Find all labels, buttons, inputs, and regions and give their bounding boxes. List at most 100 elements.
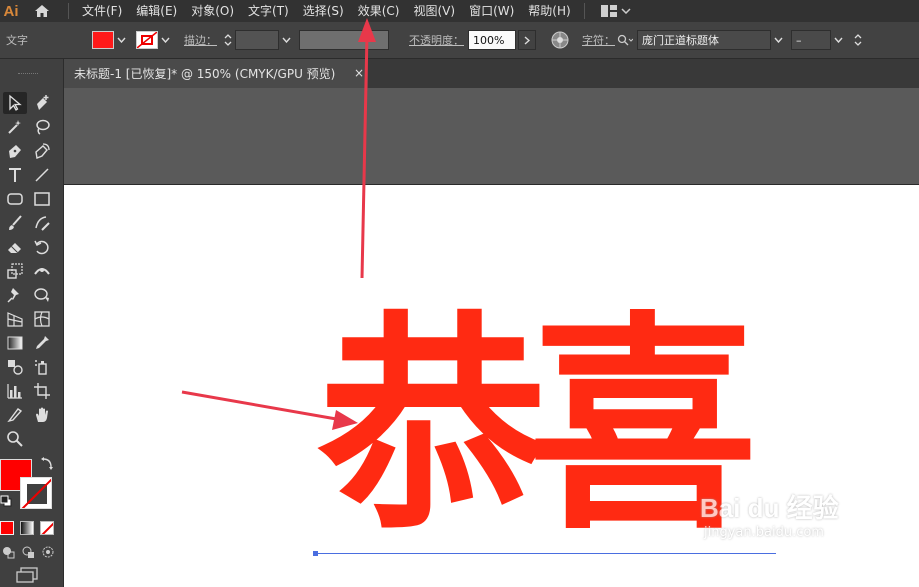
column-graph-tool[interactable] <box>3 380 27 402</box>
font-style-dropdown[interactable] <box>831 31 845 49</box>
eyedropper-tool[interactable] <box>30 332 54 354</box>
default-colors-icon[interactable] <box>0 495 12 507</box>
rotate-tool[interactable] <box>30 236 54 258</box>
shaper-tool[interactable] <box>30 212 54 234</box>
slice-tool[interactable] <box>3 404 27 426</box>
shape-builder-icon <box>34 288 49 302</box>
font-family-input[interactable]: 庞门正道标题体 <box>637 30 771 50</box>
perspective-grid-tool[interactable] <box>3 308 27 330</box>
color-wheel-icon <box>551 31 569 49</box>
document-tab-title: 未标题-1 [已恢复]* @ 150% (CMYK/GPU 预览) <box>74 67 336 81</box>
stroke-dropdown[interactable] <box>158 31 172 49</box>
font-search-icon-wrap[interactable] <box>617 34 637 46</box>
magic-wand-tool[interactable] <box>3 116 27 138</box>
stroke-weight-input[interactable] <box>235 30 279 50</box>
selection-tool[interactable] <box>3 92 27 114</box>
type-tool[interactable] <box>3 164 27 186</box>
character-label[interactable]: 字符： <box>580 32 617 48</box>
puppet-warp-tool[interactable] <box>3 284 27 306</box>
gradient-icon <box>7 336 23 350</box>
rectangle-icon <box>34 192 50 206</box>
draw-inside-button[interactable] <box>41 545 55 559</box>
menu-divider <box>68 3 69 19</box>
font-family-dropdown[interactable] <box>771 31 785 49</box>
menu-view[interactable]: 视图(V) <box>406 0 462 22</box>
screen-mode-icon <box>16 567 38 583</box>
fill-swatch[interactable] <box>92 31 114 49</box>
stroke-swatch[interactable] <box>136 31 158 49</box>
lasso-tool[interactable] <box>30 116 54 138</box>
stroke-label[interactable]: 描边： <box>180 32 221 48</box>
menu-help[interactable]: 帮助(H) <box>521 0 577 22</box>
stepper-icon <box>854 34 862 46</box>
chevron-down-icon <box>773 37 783 43</box>
opacity-input[interactable]: 100% <box>468 30 516 50</box>
watermark-url: jingyan.baidu.com <box>704 525 824 540</box>
artboard-tool[interactable] <box>30 380 54 402</box>
opacity-label[interactable]: 不透明度： <box>405 32 468 48</box>
fill-dropdown[interactable] <box>114 31 128 49</box>
line-segment-tool[interactable] <box>30 164 54 186</box>
shaper-icon <box>35 216 50 231</box>
swap-colors-icon[interactable] <box>40 457 54 471</box>
menu-file[interactable]: 文件(F) <box>75 0 129 22</box>
scale-tool[interactable] <box>3 260 27 282</box>
blend-tool[interactable] <box>3 356 27 378</box>
font-size-stepper[interactable] <box>851 30 865 50</box>
mesh-icon <box>34 311 50 327</box>
close-icon[interactable]: × <box>354 66 364 80</box>
draw-inside-icon <box>42 546 54 558</box>
stroke-weight-dropdown[interactable] <box>279 31 293 49</box>
rounded-rect-icon <box>7 193 23 205</box>
stroke-weight-stepper[interactable] <box>221 30 235 50</box>
stroke-color-swatch[interactable] <box>20 477 52 509</box>
document-tab-bar: 未标题-1 [已恢复]* @ 150% (CMYK/GPU 预览) × <box>64 59 919 88</box>
selection-arrow-icon <box>9 94 22 111</box>
zoom-tool[interactable] <box>3 428 27 450</box>
workspace-switcher[interactable] <box>600 5 631 17</box>
menu-type[interactable]: 文字(T) <box>241 0 296 22</box>
gradient-mode-button[interactable] <box>20 521 34 535</box>
draw-normal-icon <box>3 547 15 559</box>
gradient-tool[interactable] <box>3 332 27 354</box>
curvature-tool[interactable] <box>30 140 54 162</box>
rectangle-tool[interactable] <box>30 188 54 210</box>
panel-grip[interactable] <box>18 73 38 76</box>
search-icon <box>617 34 633 46</box>
menu-window[interactable]: 窗口(W) <box>462 0 521 22</box>
none-mode-button[interactable] <box>40 521 54 535</box>
draw-normal-button[interactable] <box>1 545 15 559</box>
width-icon <box>34 268 50 275</box>
brush-definition-field[interactable] <box>299 30 389 50</box>
screen-mode-button[interactable] <box>16 567 38 583</box>
eraser-tool[interactable] <box>3 236 27 258</box>
add-anchor-pen-tool[interactable] <box>30 92 54 114</box>
menu-bar: Ai 文件(F) 编辑(E) 对象(O) 文字(T) 选择(S) 效果(C) 视… <box>0 0 919 22</box>
text-anchor-point[interactable] <box>313 551 318 556</box>
rotate-icon <box>34 240 49 255</box>
menu-select[interactable]: 选择(S) <box>296 0 351 22</box>
shape-builder-tool[interactable] <box>30 284 54 306</box>
eraser-icon <box>8 243 21 253</box>
magic-wand-icon <box>8 120 21 134</box>
hand-tool[interactable] <box>30 404 54 426</box>
symbol-sprayer-tool[interactable] <box>30 356 54 378</box>
width-tool[interactable] <box>30 260 54 282</box>
home-button[interactable] <box>22 0 62 22</box>
mesh-tool[interactable] <box>30 308 54 330</box>
font-style-input[interactable]: – <box>791 30 831 50</box>
recolor-button[interactable] <box>550 30 570 50</box>
color-mode-button[interactable] <box>0 521 14 535</box>
lasso-icon <box>36 119 50 135</box>
type-t-icon <box>9 168 21 182</box>
opacity-expand-button[interactable] <box>518 30 536 50</box>
rounded-rectangle-tool[interactable] <box>3 188 27 210</box>
pen-tool[interactable] <box>3 140 27 162</box>
paintbrush-tool[interactable] <box>3 212 27 234</box>
draw-behind-button[interactable] <box>21 545 35 559</box>
menu-effect[interactable]: 效果(C) <box>351 0 407 22</box>
stepper-icon <box>224 34 232 46</box>
document-tab[interactable]: 未标题-1 [已恢复]* @ 150% (CMYK/GPU 预览) <box>64 59 368 88</box>
menu-edit[interactable]: 编辑(E) <box>129 0 184 22</box>
menu-object[interactable]: 对象(O) <box>184 0 241 22</box>
